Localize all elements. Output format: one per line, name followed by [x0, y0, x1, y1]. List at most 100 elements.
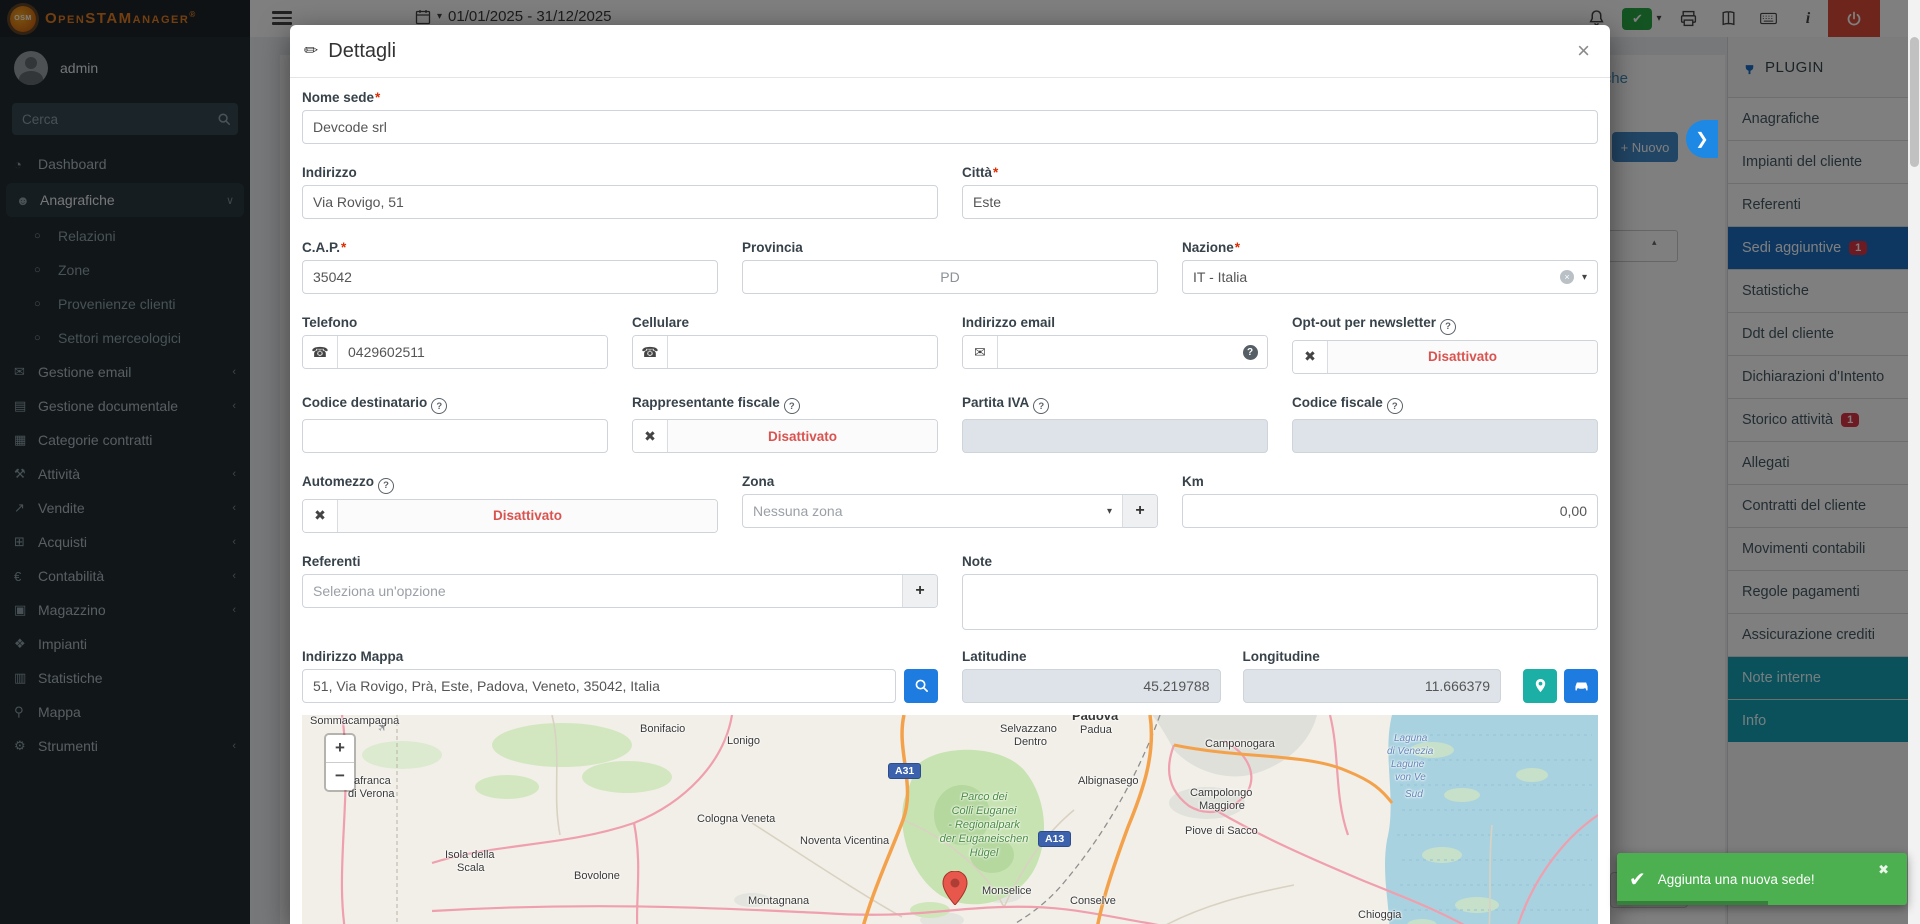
longitudine-label: Longitudine [1243, 649, 1502, 664]
map-label: Bovolone [574, 870, 620, 882]
telefono-input[interactable] [338, 336, 607, 368]
automezzo-state: Disattivato [338, 500, 717, 532]
codice-destinatario-input[interactable] [302, 419, 608, 453]
modal-header: ✏ Dettagli × [290, 25, 1610, 78]
codice-fiscale-input [1292, 419, 1598, 453]
map-label: Padova [1072, 715, 1118, 723]
page-scrollbar[interactable] [1908, 0, 1920, 924]
scrollbar-thumb[interactable] [1910, 37, 1919, 167]
route-car-button[interactable] [1564, 669, 1598, 703]
map-marker-icon [1533, 678, 1548, 693]
email-input[interactable] [998, 336, 1233, 368]
toast-progress-bar [1617, 901, 1768, 905]
map-label: Laguna [1394, 733, 1427, 744]
cellulare-group: ☎ [632, 335, 938, 369]
telefono-label: Telefono [302, 315, 608, 330]
add-zona-button[interactable]: + [1122, 495, 1157, 527]
partita-iva-input [962, 419, 1268, 453]
codice-fiscale-label: Codice fiscale? [1292, 395, 1598, 415]
cellulare-input[interactable] [668, 336, 937, 368]
help-icon[interactable]: ? [1387, 398, 1403, 414]
help-icon[interactable]: ? [784, 398, 800, 414]
zoom-out-button[interactable]: − [326, 763, 354, 790]
map-label: Campolongo [1190, 787, 1252, 799]
geocode-search-button[interactable] [904, 669, 938, 703]
map-label: Isola della [445, 849, 495, 861]
dettagli-modal: ✏ Dettagli × Nome sede* Indirizzo C [290, 25, 1610, 924]
cap-input[interactable] [302, 260, 718, 294]
indirizzo-mappa-input[interactable] [302, 669, 896, 703]
cap-label: C.A.P.* [302, 240, 718, 255]
automezzo-label: Automezzo? [302, 474, 718, 494]
help-icon[interactable]: ? [378, 478, 394, 494]
cellulare-label: Cellulare [632, 315, 938, 330]
indirizzo-input[interactable] [302, 185, 938, 219]
note-textarea[interactable] [962, 574, 1598, 630]
nazione-select[interactable]: IT - Italia × ▾ [1182, 260, 1598, 294]
close-icon[interactable]: ✖ [1872, 861, 1895, 879]
pencil-icon: ✏ [304, 41, 318, 61]
zona-select[interactable]: Nessuna zona ▾ [743, 495, 1122, 527]
rappresentante-fiscale-state: Disattivato [668, 420, 937, 452]
map-label: di Venezia [1387, 746, 1433, 757]
map-label: der Euganeischen [940, 833, 1029, 845]
phone-icon[interactable]: ☎ [303, 336, 338, 368]
referenti-label: Referenti [302, 554, 938, 569]
help-icon[interactable]: ? [1440, 319, 1456, 335]
provincia-input[interactable] [742, 260, 1158, 294]
zona-label: Zona [742, 474, 1158, 489]
help-icon[interactable]: ? [1033, 398, 1049, 414]
caret-down-icon: ▾ [1582, 272, 1587, 283]
map-label: A31 [888, 763, 921, 779]
map-label: Parco dei [961, 791, 1007, 803]
map-label: Cologna Veneta [697, 813, 775, 825]
optout-toggle[interactable]: ✖ Disattivato [1292, 340, 1598, 374]
add-referente-button[interactable]: + [902, 575, 937, 607]
longitudine-input [1243, 669, 1502, 703]
map-label: Chioggia [1358, 909, 1401, 921]
help-icon[interactable]: ? [431, 398, 447, 414]
plugin-sidebar-toggle[interactable]: ❯ [1686, 120, 1718, 158]
clear-selection-icon[interactable]: × [1560, 270, 1574, 284]
map-label: Conselve [1070, 895, 1116, 907]
map-label: Dentro [1014, 736, 1047, 748]
map-label: Lagune [1391, 759, 1424, 770]
partita-iva-label: Partita IVA? [962, 395, 1268, 415]
indirizzo-label: Indirizzo [302, 165, 938, 180]
nazione-label: Nazione* [1182, 240, 1598, 255]
map-label: Lonigo [727, 735, 760, 747]
indirizzo-mappa-label: Indirizzo Mappa [302, 649, 896, 664]
map-label: Albignasego [1078, 775, 1139, 787]
nome-sede-input[interactable] [302, 110, 1598, 144]
zoom-in-button[interactable]: + [326, 735, 354, 763]
modal-title: ✏ Dettagli [304, 40, 396, 63]
map-label: Padua [1080, 724, 1112, 736]
referenti-group: Seleziona un'opzione + [302, 574, 938, 608]
email-label: Indirizzo email [962, 315, 1268, 330]
rappresentante-fiscale-toggle[interactable]: ✖ Disattivato [632, 419, 938, 453]
codice-destinatario-label: Codice destinatario? [302, 395, 608, 415]
email-group: ✉ ? [962, 335, 1268, 369]
leaflet-map[interactable]: Sommacampagnaafrancadi VeronaBonifacioLo… [302, 715, 1598, 924]
x-icon: ✖ [633, 420, 668, 452]
map-label: Bonifacio [640, 723, 685, 735]
location-marker-icon[interactable] [942, 871, 968, 910]
latitudine-label: Latitudine [962, 649, 1221, 664]
success-toast: ✔ Aggiunta una nuova sede! ✖ [1617, 853, 1907, 905]
help-icon[interactable]: ? [1233, 336, 1267, 368]
km-label: Km [1182, 474, 1598, 489]
set-marker-button[interactable] [1523, 669, 1557, 703]
automezzo-toggle[interactable]: ✖ Disattivato [302, 499, 718, 533]
map-label: Scala [457, 862, 485, 874]
check-icon: ✔ [1629, 867, 1646, 892]
map-label: Noventa Vicentina [800, 835, 889, 847]
map-zoom-control: + − [324, 733, 356, 792]
optout-label: Opt-out per newsletter? [1292, 315, 1598, 335]
close-icon[interactable]: × [1571, 39, 1596, 63]
citta-input[interactable] [962, 185, 1598, 219]
map-label: Selvazzano [1000, 723, 1057, 735]
km-input[interactable] [1182, 494, 1598, 528]
envelope-icon: ✉ [963, 336, 998, 368]
map-label: - Regionalpark [948, 819, 1020, 831]
referenti-select[interactable]: Seleziona un'opzione [303, 575, 902, 607]
